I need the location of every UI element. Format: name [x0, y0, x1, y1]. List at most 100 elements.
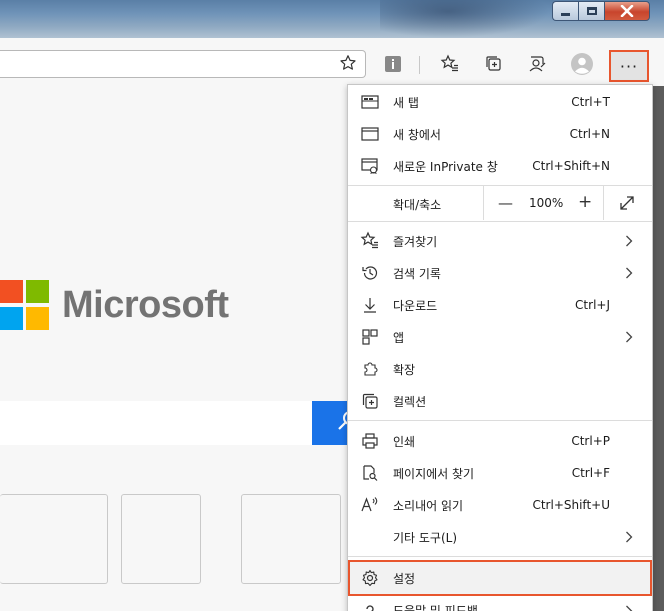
- inprivate-icon: [360, 156, 380, 176]
- menu-separator: [348, 420, 652, 421]
- web-search-button[interactable]: [312, 401, 357, 445]
- menu-item-collections[interactable]: 컬렉션: [348, 385, 652, 417]
- settings-and-more-button[interactable]: ···: [609, 50, 649, 82]
- menu-item-label: 페이지에서 찾기: [393, 466, 475, 481]
- window-controls: [552, 1, 650, 21]
- window-title-bar: [0, 0, 664, 38]
- history-icon: [360, 263, 380, 283]
- menu-item-label: 설정: [393, 571, 416, 586]
- minimize-icon: [561, 12, 570, 16]
- brand-name: Microsoft: [62, 283, 229, 326]
- microsoft-logo: Microsoft: [0, 280, 229, 330]
- new-tab-icon: [360, 92, 380, 112]
- menu-item-shortcut: Ctrl+T: [571, 95, 610, 109]
- favorites-list-icon: [440, 54, 458, 72]
- quick-link-tile[interactable]: [241, 494, 341, 584]
- menu-item-shortcut: Ctrl+Shift+N: [532, 159, 610, 173]
- zoom-out-button[interactable]: —: [498, 194, 513, 212]
- logo-red-square: [0, 280, 23, 303]
- new-window-icon: [360, 124, 380, 144]
- read-aloud-icon: [360, 495, 380, 515]
- menu-item-apps[interactable]: 앱: [348, 321, 652, 353]
- more-icon: ···: [619, 56, 639, 76]
- avatar-icon: [571, 53, 593, 75]
- chevron-right-icon: [624, 604, 634, 611]
- menu-item-shortcut: Ctrl+Shift+U: [532, 498, 610, 512]
- menu-item-label: 소리내어 읽기: [393, 498, 464, 513]
- favorites-button[interactable]: [438, 52, 462, 76]
- zoom-level: 100%: [529, 196, 564, 210]
- menu-item-shortcut: Ctrl+J: [575, 298, 610, 312]
- settings-icon: [360, 568, 380, 588]
- quick-link-tile[interactable]: [0, 494, 108, 584]
- info-icon: [385, 56, 401, 72]
- logo-yellow-square: [26, 306, 49, 330]
- menu-item-label: 인쇄: [393, 434, 416, 449]
- collections-button[interactable]: [482, 52, 506, 76]
- browser-toolbar: ···: [0, 38, 664, 86]
- collections-icon: [360, 391, 380, 411]
- zoom-control: — 100% +: [483, 186, 604, 220]
- menu-item-label: 컬렉션: [393, 394, 427, 409]
- menu-item-history[interactable]: 검색 기록: [348, 257, 652, 289]
- menu-item-shortcut: Ctrl+N: [569, 127, 610, 141]
- immersive-reader-button[interactable]: [381, 52, 405, 76]
- page-edge: [652, 86, 664, 611]
- menu-item-downloads[interactable]: 다운로드 Ctrl+J: [348, 289, 652, 321]
- menu-item-label: 즐겨찾기: [393, 234, 438, 249]
- quick-link-tile[interactable]: [121, 494, 201, 584]
- menu-item-shortcut: Ctrl+F: [571, 466, 610, 480]
- microsoft-logo-icon: [0, 280, 50, 330]
- menu-item-print[interactable]: 인쇄 Ctrl+P: [348, 425, 652, 457]
- web-search-input[interactable]: [0, 401, 312, 445]
- print-icon: [360, 431, 380, 451]
- logo-green-square: [26, 280, 49, 303]
- maximize-button[interactable]: [578, 1, 604, 21]
- chevron-right-icon: [624, 530, 634, 544]
- menu-item-new-tab[interactable]: 새 탭 Ctrl+T: [348, 86, 652, 118]
- menu-item-new-window[interactable]: 새 창에서 Ctrl+N: [348, 118, 652, 150]
- settings-and-more-menu: 새 탭 Ctrl+T 새 창에서 Ctrl+N 새로운 InPrivate 창 …: [347, 84, 653, 611]
- menu-item-label: 다운로드: [393, 298, 438, 313]
- menu-item-label: 검색 기록: [393, 266, 441, 281]
- download-icon: [360, 295, 380, 315]
- chevron-right-icon: [624, 330, 634, 344]
- close-icon: [620, 5, 634, 17]
- zoom-row: 확대/축소 — 100% +: [348, 186, 652, 220]
- menu-item-label: 확장: [393, 362, 416, 377]
- zoom-in-button[interactable]: +: [578, 192, 592, 212]
- minimize-button[interactable]: [552, 1, 578, 21]
- menu-item-label: 새 창에서: [393, 127, 441, 142]
- menu-item-label: 앱: [393, 330, 405, 345]
- zoom-label: 확대/축소: [393, 198, 442, 212]
- menu-item-help-feedback[interactable]: 도움말 및 피드백: [348, 596, 652, 611]
- toolbar-divider: [419, 56, 420, 74]
- menu-separator: [348, 221, 652, 222]
- menu-item-read-aloud[interactable]: 소리내어 읽기 Ctrl+Shift+U: [348, 489, 652, 521]
- menu-item-extensions[interactable]: 확장: [348, 353, 652, 385]
- address-bar[interactable]: [0, 50, 366, 78]
- favorite-star-icon[interactable]: [339, 54, 357, 76]
- menu-item-favorites[interactable]: 즐겨찾기: [348, 225, 652, 257]
- menu-item-find-on-page[interactable]: 페이지에서 찾기 Ctrl+F: [348, 457, 652, 489]
- menu-item-inprivate-window[interactable]: 새로운 InPrivate 창 Ctrl+Shift+N: [348, 150, 652, 182]
- help-icon: [360, 602, 380, 611]
- find-icon: [360, 463, 380, 483]
- feedback-icon: [529, 56, 546, 72]
- menu-item-label: 도움말 및 피드백: [393, 604, 478, 611]
- menu-item-label: 새로운 InPrivate 창: [393, 159, 498, 174]
- menu-item-label: 기타 도구(L): [393, 530, 458, 545]
- expand-icon: [620, 196, 634, 210]
- menu-item-label: 새 탭: [393, 95, 419, 110]
- close-button[interactable]: [604, 1, 650, 21]
- chevron-right-icon: [624, 266, 634, 280]
- profile-button[interactable]: [570, 52, 594, 76]
- apps-icon: [360, 327, 380, 347]
- extensions-icon: [360, 359, 380, 379]
- menu-separator: [348, 556, 652, 557]
- menu-item-settings[interactable]: 설정: [348, 560, 652, 596]
- menu-item-more-tools[interactable]: 기타 도구(L): [348, 521, 652, 553]
- favorites-icon: [360, 231, 380, 251]
- fullscreen-button[interactable]: [618, 194, 636, 212]
- feedback-button[interactable]: [525, 52, 549, 76]
